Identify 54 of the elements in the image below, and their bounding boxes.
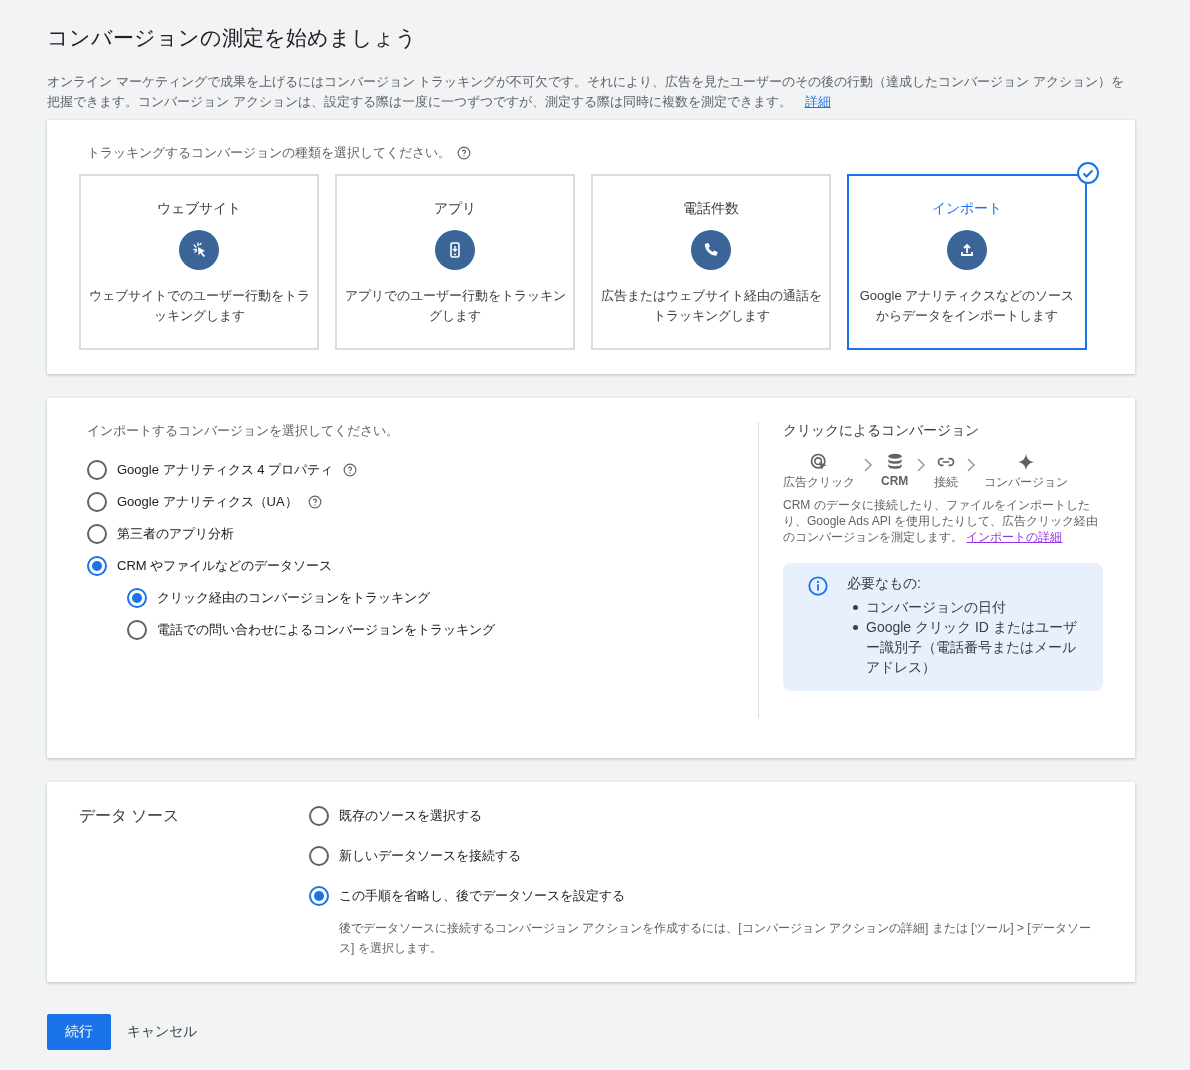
click-icon bbox=[809, 452, 829, 472]
requirement-item: Google クリック ID またはユーザー識別子（電話番号またはメールアドレス） bbox=[866, 618, 1078, 677]
info-icon bbox=[807, 575, 829, 597]
chevron-icon bbox=[861, 458, 875, 472]
radio-button[interactable] bbox=[309, 846, 329, 866]
conversion-type-card[interactable]: アプリ アプリでのユーザー行動をトラッキングします bbox=[335, 174, 575, 350]
radio-button[interactable] bbox=[309, 806, 329, 826]
radio-button[interactable] bbox=[127, 588, 147, 608]
continue-button[interactable]: 続行 bbox=[47, 1014, 111, 1050]
website-type-icon bbox=[179, 230, 219, 270]
radio-button[interactable] bbox=[127, 620, 147, 640]
help-icon[interactable] bbox=[307, 495, 322, 509]
step-label: CRM bbox=[881, 474, 909, 488]
step-label: 接続 bbox=[934, 474, 959, 491]
check-icon bbox=[1077, 162, 1099, 184]
option-label: この手順を省略し、後でデータソースを設定する bbox=[339, 887, 625, 905]
radio-button[interactable] bbox=[87, 524, 107, 544]
requirements-title: 必要なもの: bbox=[847, 575, 922, 593]
page-title: コンバージョンの測定を始めましょう bbox=[47, 25, 418, 51]
step-label: 広告クリック bbox=[783, 474, 855, 491]
flow-description: CRM のデータに接続したり、ファイルをインポートしたり、Google Ads API を使用したりして、広告クリック経由のコンバージョンを測定します。 インポートの詳細 bbox=[783, 497, 1100, 545]
option-label: Google アナリティクス（UA） bbox=[117, 493, 298, 511]
option-label: CRM やファイルなどのデータソース bbox=[117, 557, 333, 575]
radio-button[interactable] bbox=[87, 492, 107, 512]
cancel-button[interactable]: キャンセル bbox=[119, 1014, 205, 1050]
option-label: 既存のソースを選択する bbox=[339, 807, 482, 825]
app-type-icon bbox=[435, 230, 475, 270]
bullet-icon bbox=[853, 625, 858, 630]
intro-text: オンライン マーケティングで成果を上げるにはコンバージョン トラッキングが不可欠です。それにより、広告を見たユーザーのその後の行動（達成したコンバージョン アクション）を把握できます。コンバージョン アクションは、設定する際は一度に一つずつですが、測定する際は同時に複数を測定できます。 詳細 bbox=[47, 73, 1125, 111]
bullet-icon bbox=[853, 605, 858, 610]
option-label: Google アナリティクス 4 プロパティ bbox=[117, 461, 333, 479]
requirement-item: コンバージョンの日付 bbox=[866, 598, 1006, 617]
radio-button[interactable] bbox=[309, 886, 329, 906]
radio-button[interactable] bbox=[87, 460, 107, 480]
import-details-link[interactable]: インポートの詳細 bbox=[966, 530, 1063, 544]
radio-button[interactable] bbox=[87, 556, 107, 576]
flow-title: クリックによるコンバージョン bbox=[783, 422, 980, 440]
help-icon[interactable] bbox=[457, 146, 471, 160]
phone-type-icon bbox=[691, 230, 731, 270]
section-label: データ ソース bbox=[79, 807, 180, 824]
step-label: コンバージョン bbox=[984, 474, 1069, 491]
conversion-type-card[interactable]: ウェブサイト ウェブサイトでのユーザー行動をトラッキングします bbox=[79, 174, 319, 350]
conversion-type-card[interactable]: 電話件数 広告またはウェブサイト経由の通話をトラッキングします bbox=[591, 174, 831, 350]
option-label: 新しいデータソースを接続する bbox=[339, 847, 521, 865]
note-text: 後でデータソースに接続するコンバージョン アクションを作成するには、[コンバージョン アクションの詳細] または [ツール] > [データソース] を選択します。 bbox=[339, 920, 1092, 957]
conversion-type-card[interactable]: インポート Google アナリティクスなどのソースからデータをインポートします bbox=[847, 174, 1087, 350]
option-label: クリック経由のコンバージョンをトラッキング bbox=[157, 589, 430, 607]
import-type-icon bbox=[947, 230, 987, 270]
prompt-text: インポートするコンバージョンを選択してください。 bbox=[87, 422, 399, 440]
option-label: 電話での問い合わせによるコンバージョンをトラッキング bbox=[157, 621, 495, 639]
option-label: 第三者のアプリ分析 bbox=[117, 525, 234, 543]
details-link[interactable]: 詳細 bbox=[804, 94, 831, 109]
prompt-text: トラッキングするコンバージョンの種類を選択してください。 bbox=[87, 144, 451, 162]
help-icon[interactable] bbox=[343, 463, 357, 477]
